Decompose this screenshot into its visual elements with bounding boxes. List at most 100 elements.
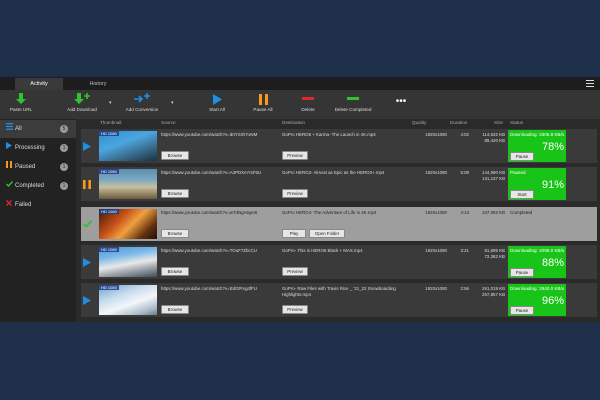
browse-button[interactable]: Browse bbox=[161, 305, 189, 314]
download-row[interactable]: HD 1080 https://www.youtube.com/watch?v=… bbox=[81, 167, 597, 201]
count-badge: 1 bbox=[60, 163, 68, 171]
add-download-button[interactable]: Add Download bbox=[62, 92, 102, 112]
sidebar-item-failed[interactable]: Failed bbox=[0, 196, 76, 214]
column-duration[interactable]: Duration bbox=[450, 119, 467, 127]
source-url: https://www.youtube.com/watch?v=TOuF7Zbc… bbox=[161, 248, 257, 253]
size-downloaded: 89,420 KB bbox=[484, 138, 505, 143]
size-total: 81,695 KB bbox=[484, 248, 505, 253]
duration-value: 4:13 bbox=[460, 210, 469, 215]
size-total: 114,632 KB bbox=[482, 132, 505, 137]
quality-value: 1920x1080 bbox=[425, 210, 447, 215]
delete-completed-button[interactable]: Delete Completed bbox=[328, 92, 378, 112]
size-total: 107,082 KB bbox=[482, 210, 505, 215]
preview-button[interactable]: Preview bbox=[282, 305, 308, 314]
browse-button[interactable]: Browse bbox=[161, 267, 189, 276]
video-thumbnail: HD 1080 bbox=[99, 131, 157, 161]
pause-icon bbox=[5, 158, 13, 176]
toolbar: Paste URL Add Download ▾ Add Conversion … bbox=[0, 90, 600, 119]
minus-red-icon bbox=[294, 92, 322, 106]
status-text: Paused bbox=[510, 170, 526, 175]
preview-button[interactable]: Preview bbox=[282, 151, 308, 160]
size-total: 261,019 KB bbox=[482, 286, 505, 291]
destination-file: GoPro- Raw Files with Travis Rice _ '21_… bbox=[282, 286, 396, 297]
duration-value: 4:02 bbox=[460, 132, 469, 137]
status-cell: Downloading: 2096.0 KB/s 88% Pause bbox=[508, 246, 566, 278]
download-arrow-icon bbox=[4, 92, 38, 106]
column-thumbnail[interactable]: Thumbnail bbox=[100, 119, 121, 127]
size-total: 144,590 KB bbox=[482, 170, 505, 175]
video-thumbnail: HD 1080 bbox=[99, 285, 157, 315]
sidebar-item-all[interactable]: All 5 bbox=[0, 120, 76, 138]
browse-button[interactable]: Browse bbox=[161, 189, 189, 198]
count-badge: 5 bbox=[60, 125, 68, 133]
video-thumbnail: HD 1080 bbox=[99, 247, 157, 277]
status-text: Completed bbox=[510, 210, 533, 215]
column-quality[interactable]: Quality bbox=[412, 119, 426, 127]
quality-value: 1920x1080 bbox=[425, 170, 447, 175]
source-url: https://www.youtube.com/watch?v=iEtYSIOY… bbox=[161, 132, 258, 137]
duration-value: 2:56 bbox=[460, 286, 469, 291]
delete-button[interactable]: Delete bbox=[294, 92, 322, 112]
download-row[interactable]: HD 1080 https://www.youtube.com/watch?v=… bbox=[81, 207, 597, 241]
pause-all-button[interactable]: Pause All bbox=[248, 92, 278, 112]
hamburger-menu-icon[interactable] bbox=[586, 80, 594, 88]
play-button[interactable]: Play bbox=[282, 229, 306, 238]
video-thumbnail: HD 1080 bbox=[99, 169, 157, 199]
column-destination[interactable]: Destination bbox=[282, 119, 305, 127]
paste-url-button[interactable]: Paste URL bbox=[4, 92, 38, 112]
start-all-button[interactable]: Start All bbox=[202, 92, 232, 112]
status-cell: Downloading: 3305.8 KB/s 78% Pause bbox=[508, 130, 566, 162]
destination-file: GoPro HERO5 + Karma- The Launch in 4K.mp… bbox=[282, 132, 376, 137]
tab-activity[interactable]: Activity bbox=[15, 78, 63, 90]
browse-button[interactable]: Browse bbox=[161, 151, 189, 160]
size-downloaded: 72,382 KB bbox=[484, 254, 505, 259]
x-icon bbox=[5, 196, 13, 214]
play-icon[interactable] bbox=[80, 139, 94, 153]
destination-file: GoPro HERO4- The Adventure of Life in 4K… bbox=[282, 210, 377, 215]
sidebar-item-completed[interactable]: Completed 1 bbox=[0, 177, 76, 195]
start-button[interactable]: Start bbox=[510, 190, 534, 199]
column-source[interactable]: Source bbox=[161, 119, 176, 127]
quality-value: 1920x1080 bbox=[425, 132, 447, 137]
download-row[interactable]: HD 1080 https://www.youtube.com/watch?v=… bbox=[81, 129, 597, 163]
check-icon bbox=[80, 217, 94, 231]
preview-button[interactable]: Preview bbox=[282, 267, 308, 276]
add-download-dropdown-icon[interactable]: ▾ bbox=[109, 100, 112, 106]
sidebar-item-paused[interactable]: Paused 1 bbox=[0, 158, 76, 176]
pause-icon[interactable] bbox=[80, 177, 94, 191]
source-url: https://www.youtube.com/watch?v=A3PDXmYs… bbox=[161, 170, 262, 175]
duration-value: 5:08 bbox=[460, 170, 469, 175]
add-conversion-button[interactable]: Add Conversion bbox=[120, 92, 164, 112]
pause-button[interactable]: Pause bbox=[510, 268, 534, 277]
browse-button[interactable]: Browse bbox=[161, 229, 189, 238]
quality-value: 1920x1080 bbox=[425, 248, 447, 253]
pause-button[interactable]: Pause bbox=[510, 306, 534, 315]
pause-icon bbox=[248, 92, 278, 106]
column-status[interactable]: Status bbox=[510, 119, 523, 127]
download-row[interactable]: HD 1080 https://www.youtube.com/watch?v=… bbox=[81, 245, 597, 279]
column-size[interactable]: Size bbox=[494, 119, 503, 127]
video-thumbnail: HD 1080 bbox=[99, 209, 157, 239]
size-downloaded: 131,137 KB bbox=[482, 176, 505, 181]
status-cell: Completed bbox=[508, 208, 566, 240]
preview-button[interactable]: Preview bbox=[282, 189, 308, 198]
add-conversion-dropdown-icon[interactable]: ▾ bbox=[171, 100, 174, 106]
status-text: Downloading: 3305.8 KB/s bbox=[510, 132, 565, 137]
play-icon bbox=[202, 92, 232, 106]
play-icon[interactable] bbox=[80, 255, 94, 269]
tab-bar: Activity History bbox=[0, 77, 600, 90]
minus-green-icon bbox=[328, 92, 378, 106]
pause-button[interactable]: Pause bbox=[510, 152, 534, 161]
tab-history[interactable]: History bbox=[78, 78, 118, 90]
play-icon[interactable] bbox=[80, 293, 94, 307]
status-cell: Paused 91% Start bbox=[508, 168, 566, 200]
app-window: Activity History Paste URL Add Download … bbox=[0, 77, 600, 322]
count-badge: 1 bbox=[60, 182, 68, 190]
open-folder-button[interactable]: Open Folder bbox=[309, 229, 345, 238]
source-url: https://www.youtube.com/watch?v=wTdNgA6g… bbox=[161, 210, 258, 215]
download-row[interactable]: HD 1080 https://www.youtube.com/watch?v=… bbox=[81, 283, 597, 317]
sidebar-item-processing[interactable]: Processing 1 bbox=[0, 139, 76, 157]
status-text: Downloading: 2096.0 KB/s bbox=[510, 248, 565, 253]
more-options-icon[interactable]: ••• bbox=[393, 96, 409, 107]
quality-value: 1920x1080 bbox=[425, 286, 447, 291]
